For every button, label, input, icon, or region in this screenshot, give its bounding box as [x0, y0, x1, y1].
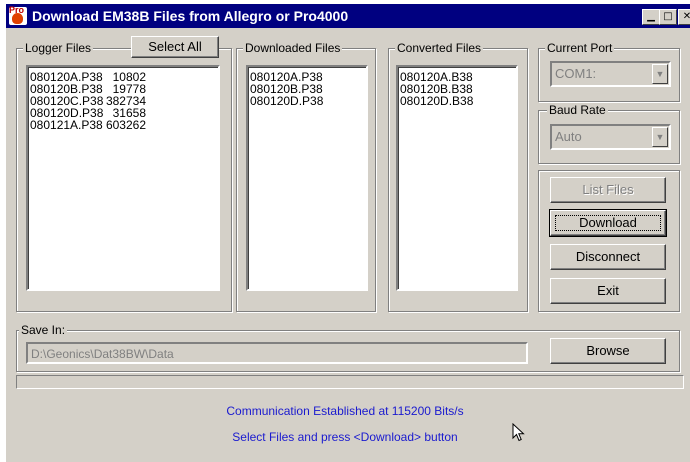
maximize-button[interactable]: □ [659, 9, 677, 25]
exit-button[interactable]: Exit [550, 278, 666, 304]
disconnect-button[interactable]: Disconnect [550, 244, 666, 270]
flame-icon [12, 13, 23, 24]
exit-label: Exit [597, 283, 619, 298]
close-button[interactable]: ✕ [678, 9, 690, 25]
close-icon: ✕ [682, 11, 690, 22]
downloaded-files-list[interactable]: 080120A.P38 080120B.P38 080120D.P38 [246, 65, 368, 291]
focus-rect [555, 215, 661, 231]
file-size: 603262 [105, 118, 146, 132]
minimize-icon: ▁ [647, 11, 655, 22]
converted-files-list[interactable]: 080120A.B38 080120B.B38 080120D.B38 [396, 65, 518, 291]
save-in-path: D:\Geonics\Dat38BW\Data [31, 347, 174, 361]
status-connection: Communication Established at 115200 Bits… [226, 404, 464, 418]
select-all-button[interactable]: Select All [131, 36, 219, 58]
logger-files-label: Logger Files [23, 41, 94, 55]
baud-rate-label: Baud Rate [547, 103, 608, 117]
list-files-button[interactable]: List Files [550, 177, 666, 203]
progress-bar [16, 375, 684, 389]
list-files-label: List Files [582, 182, 634, 197]
title-bar[interactable]: Pro Download EM38B Files from Allegro or… [6, 4, 690, 28]
download-dialog: Pro Download EM38B Files from Allegro or… [6, 4, 690, 462]
minimize-button[interactable]: ▁ [642, 9, 660, 25]
disconnect-label: Disconnect [575, 249, 641, 264]
downloaded-files-label: Downloaded Files [243, 41, 343, 55]
save-in-label: Save In: [19, 323, 68, 337]
download-button[interactable]: Download [549, 209, 667, 237]
window-title: Download EM38B Files from Allegro or Pro… [32, 8, 349, 24]
current-port-value: COM1: [555, 66, 597, 81]
status-instruction: Select Files and press <Download> button [232, 430, 458, 444]
browse-label: Browse [586, 343, 630, 358]
save-in-path-field[interactable]: D:\Geonics\Dat38BW\Data [26, 342, 528, 364]
chevron-down-icon[interactable]: ▼ [652, 64, 668, 84]
logger-files-list[interactable]: 080120A.P38 10802 080120B.P38 19778 080120C.… [26, 65, 220, 291]
maximize-icon: □ [663, 11, 673, 22]
current-port-label: Current Port [545, 41, 615, 55]
mouse-pointer-icon [512, 423, 525, 442]
baud-rate-value: Auto [555, 129, 582, 144]
app-icon: Pro [9, 5, 27, 25]
current-port-select[interactable]: COM1: ▼ [550, 61, 671, 87]
baud-rate-select[interactable]: Auto ▼ [550, 124, 671, 150]
browse-button[interactable]: Browse [550, 338, 666, 364]
list-item[interactable]: 080120D.B38 [398, 95, 516, 107]
converted-files-label: Converted Files [395, 41, 484, 55]
list-item[interactable]: 080121A.P38 603262 [28, 119, 218, 131]
list-item[interactable]: 080120D.P38 [248, 95, 366, 107]
chevron-down-icon[interactable]: ▼ [652, 127, 668, 147]
file-name: 080121A.P38 [30, 118, 103, 132]
select-all-label: Select All [148, 39, 202, 54]
